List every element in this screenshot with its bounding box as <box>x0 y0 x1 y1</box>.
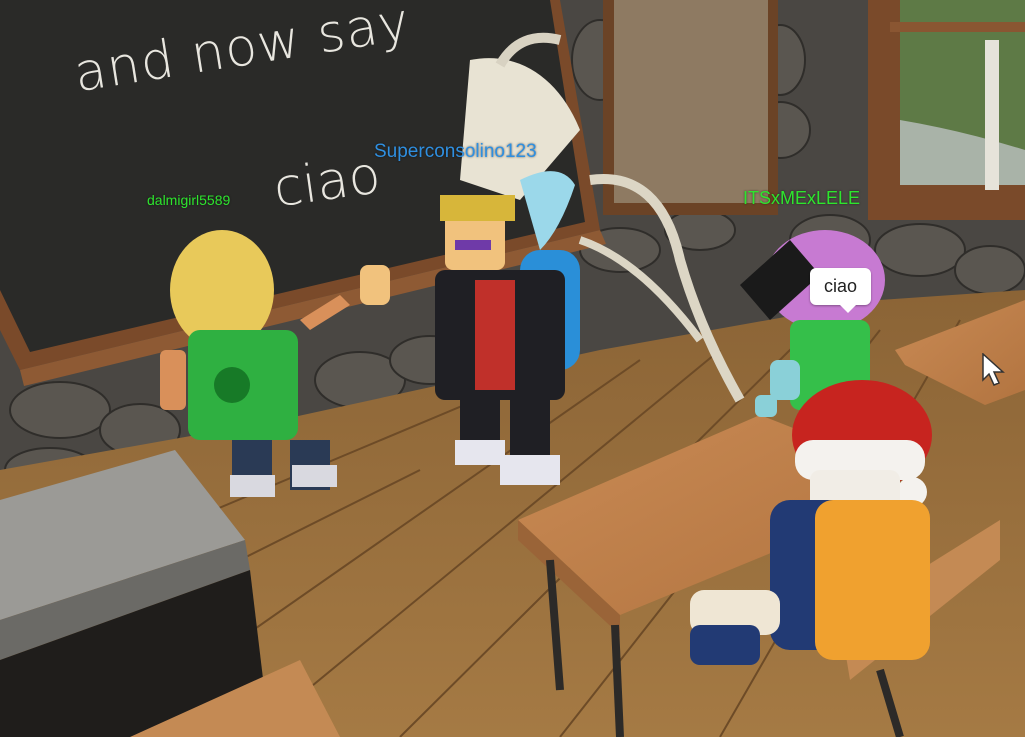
cork-board <box>614 0 768 203</box>
nametag-superconsolino123: Superconsolino123 <box>374 141 537 162</box>
classroom-scene <box>0 0 1025 737</box>
nametag-dalmigirl5589: dalmigirl5589 <box>147 192 231 208</box>
mouse-pointer-icon <box>982 353 1005 386</box>
nametag-itsxmexlele: ITSxMExLELE <box>743 188 861 208</box>
chat-bubble: ciao <box>810 268 872 313</box>
game-viewport[interactable]: and now say ciao dalmigirl5589 Supercons… <box>0 0 1025 737</box>
